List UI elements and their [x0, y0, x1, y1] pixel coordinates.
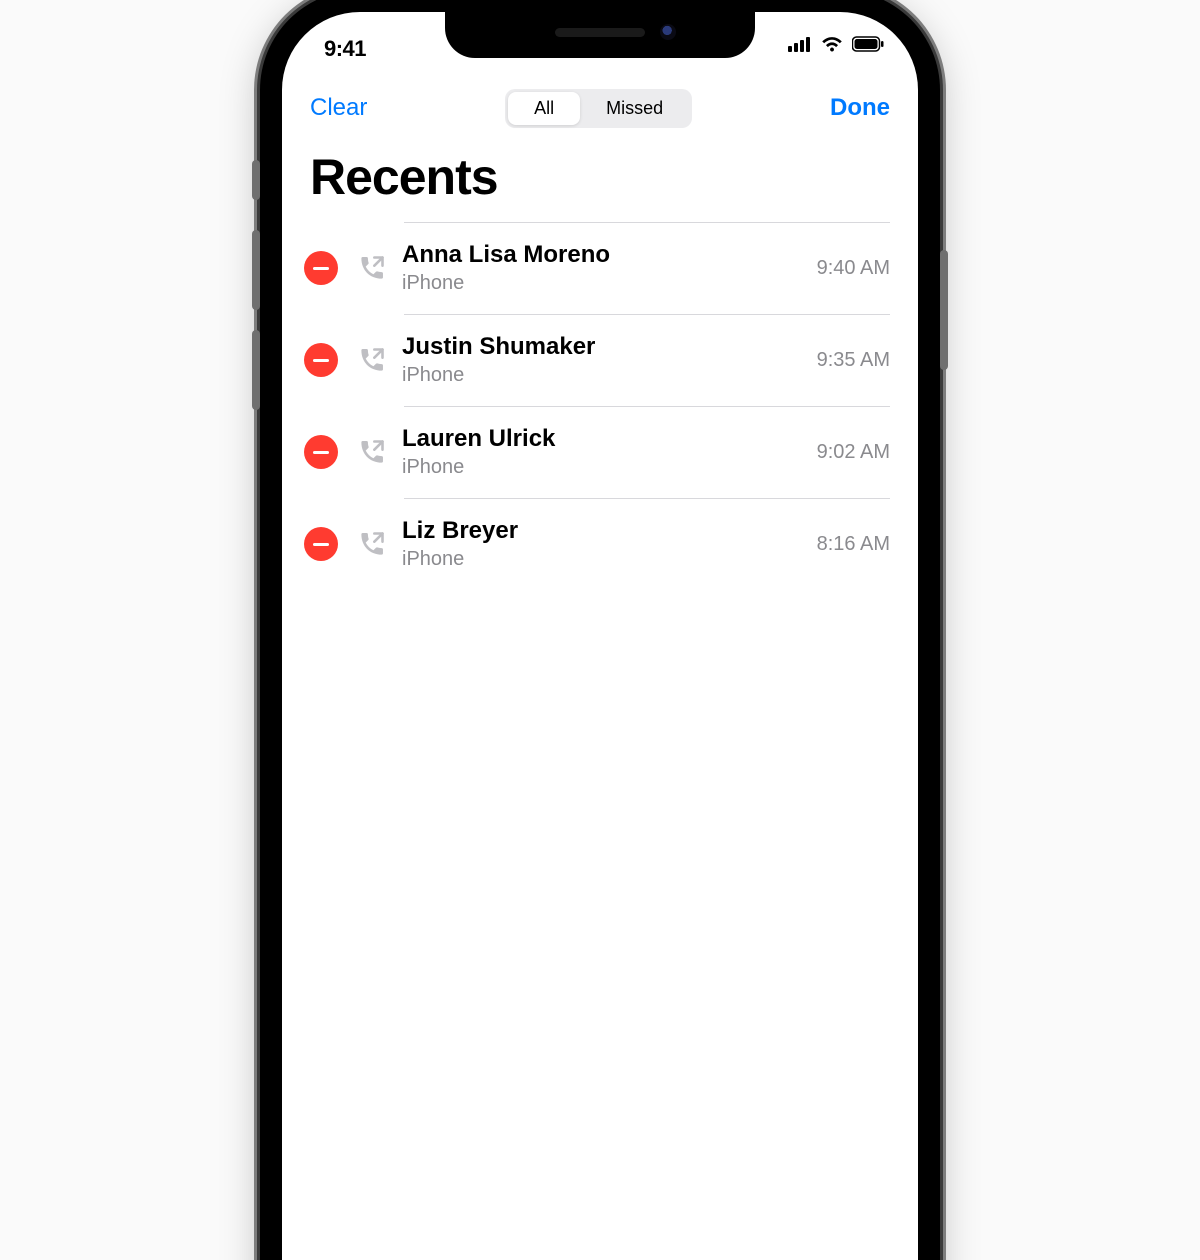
- wifi-icon: [820, 36, 844, 52]
- call-row[interactable]: Anna Lisa Moreno iPhone 9:40 AM: [282, 222, 918, 314]
- outgoing-call-icon: [356, 346, 388, 374]
- call-row[interactable]: Justin Shumaker iPhone 9:35 AM: [282, 314, 918, 406]
- status-right: [788, 36, 884, 52]
- call-info: Liz Breyer iPhone: [402, 517, 805, 571]
- battery-icon: [852, 36, 884, 52]
- caller-name: Liz Breyer: [402, 517, 805, 545]
- filter-segmented-control: All Missed: [505, 89, 692, 128]
- call-time: 9:35 AM: [817, 349, 890, 372]
- call-time: 8:16 AM: [817, 533, 890, 556]
- power-button[interactable]: [940, 250, 948, 370]
- cellular-icon: [788, 36, 812, 52]
- caller-label: iPhone: [402, 547, 805, 571]
- caller-name: Lauren Ulrick: [402, 425, 805, 453]
- speaker-grille: [555, 28, 645, 37]
- call-time: 9:02 AM: [817, 441, 890, 464]
- seg-missed[interactable]: Missed: [580, 92, 689, 125]
- done-button[interactable]: Done: [830, 94, 890, 122]
- recents-list: Anna Lisa Moreno iPhone 9:40 AM Justin S…: [282, 222, 918, 590]
- delete-call-button[interactable]: [304, 343, 338, 377]
- front-camera: [660, 24, 676, 40]
- screen: 9:41 Clear All Missed: [282, 12, 918, 1260]
- volume-down-button[interactable]: [252, 330, 260, 410]
- delete-call-button[interactable]: [304, 527, 338, 561]
- call-time: 9:40 AM: [817, 257, 890, 280]
- call-info: Anna Lisa Moreno iPhone: [402, 241, 805, 295]
- stage: 9:41 Clear All Missed: [0, 0, 1200, 630]
- call-info: Lauren Ulrick iPhone: [402, 425, 805, 479]
- delete-call-button[interactable]: [304, 435, 338, 469]
- status-time: 9:41: [324, 36, 366, 62]
- phone-frame: 9:41 Clear All Missed: [260, 0, 940, 1260]
- caller-name: Anna Lisa Moreno: [402, 241, 805, 269]
- caller-name: Justin Shumaker: [402, 333, 805, 361]
- call-info: Justin Shumaker iPhone: [402, 333, 805, 387]
- outgoing-call-icon: [356, 438, 388, 466]
- delete-call-button[interactable]: [304, 251, 338, 285]
- nav-bar: Clear All Missed Done: [282, 82, 918, 134]
- page-title: Recents: [310, 148, 498, 206]
- call-row[interactable]: Lauren Ulrick iPhone 9:02 AM: [282, 406, 918, 498]
- seg-all[interactable]: All: [508, 92, 580, 125]
- outgoing-call-icon: [356, 254, 388, 282]
- mute-switch[interactable]: [252, 160, 260, 200]
- caller-label: iPhone: [402, 455, 805, 479]
- notch: [445, 12, 755, 58]
- caller-label: iPhone: [402, 363, 805, 387]
- clear-button[interactable]: Clear: [310, 94, 367, 122]
- caller-label: iPhone: [402, 271, 805, 295]
- volume-up-button[interactable]: [252, 230, 260, 310]
- call-row[interactable]: Liz Breyer iPhone 8:16 AM: [282, 498, 918, 590]
- outgoing-call-icon: [356, 530, 388, 558]
